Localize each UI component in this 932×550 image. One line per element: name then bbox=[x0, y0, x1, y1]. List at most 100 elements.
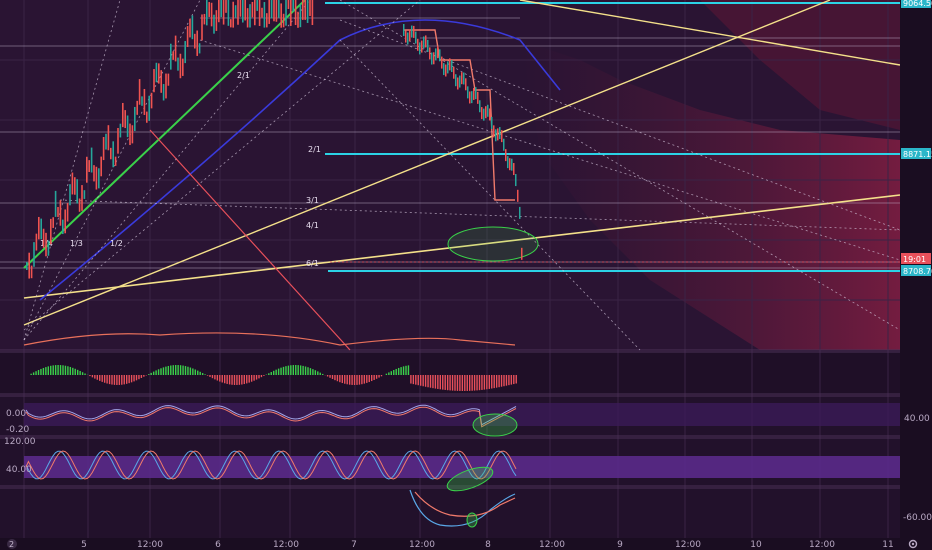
hist-bar-138 bbox=[366, 375, 368, 383]
candle-drop-36 bbox=[475, 87, 477, 100]
hist-bar-54 bbox=[160, 368, 162, 375]
time-tick-8: 9 bbox=[617, 540, 623, 550]
candle-left-41 bbox=[124, 110, 126, 129]
hist-bar-196 bbox=[508, 375, 510, 386]
hist-bar-66 bbox=[189, 367, 192, 375]
hist-bar-50 bbox=[150, 372, 152, 375]
hist-bar-187 bbox=[486, 375, 488, 390]
hist-bar-76 bbox=[214, 375, 216, 380]
hist-bar-71 bbox=[201, 373, 204, 375]
candle-left-119 bbox=[311, 0, 314, 26]
chart-stage[interactable]: 2/12/13/14/16/11/41/31/2 9064.508871.151… bbox=[0, 0, 932, 550]
hist-bar-107 bbox=[290, 365, 292, 375]
hist-bar-170 bbox=[444, 375, 446, 390]
candle-left-89 bbox=[239, 0, 242, 17]
candle-left-106 bbox=[280, 3, 282, 28]
candle-left-27 bbox=[90, 147, 93, 173]
candle-left-35 bbox=[110, 147, 112, 160]
candle-left-46 bbox=[136, 100, 138, 115]
candle-left-32 bbox=[102, 136, 105, 161]
candle-left-9 bbox=[47, 240, 50, 256]
hist-bar-99 bbox=[270, 372, 272, 375]
hist-bar-178 bbox=[464, 375, 466, 391]
hist-bar-118 bbox=[317, 371, 319, 375]
hist-bar-46 bbox=[140, 375, 143, 378]
candle-drop-58 bbox=[519, 206, 521, 219]
hist-bar-63 bbox=[182, 365, 184, 375]
hist-bar-134 bbox=[356, 375, 358, 385]
hist-bar-23 bbox=[84, 373, 86, 375]
candle-left-112 bbox=[294, 0, 297, 26]
hist-bar-197 bbox=[510, 375, 513, 385]
candle-left-77 bbox=[210, 2, 213, 27]
hist-bar-90 bbox=[248, 375, 250, 383]
hist-bar-191 bbox=[495, 375, 498, 388]
hist-bar-37 bbox=[118, 375, 121, 385]
hist-bar-11 bbox=[54, 365, 57, 375]
candle-left-5 bbox=[38, 216, 40, 240]
candle-drop-25 bbox=[453, 66, 455, 79]
price-label-3: 8708.70 bbox=[903, 267, 932, 276]
candle-drop-59 bbox=[521, 247, 523, 260]
hist-bar-53 bbox=[157, 369, 160, 375]
candle-left-63 bbox=[177, 57, 179, 71]
hist-bar-111 bbox=[299, 365, 302, 375]
hist-bar-168 bbox=[439, 375, 441, 390]
hist-bar-65 bbox=[187, 366, 189, 375]
hist-bar-27 bbox=[94, 375, 96, 379]
hist-bar-161 bbox=[422, 375, 424, 387]
hist-bar-36 bbox=[116, 375, 118, 385]
hist-bar-113 bbox=[304, 366, 307, 375]
hist-bar-70 bbox=[199, 371, 201, 375]
hist-bar-28 bbox=[96, 375, 98, 380]
candle-left-69 bbox=[191, 15, 194, 40]
hist-bar-29 bbox=[99, 375, 101, 381]
time-tick-0: 5 bbox=[81, 540, 87, 550]
candle-left-56 bbox=[160, 70, 162, 93]
hist-bar-109 bbox=[295, 365, 297, 375]
candle-left-44 bbox=[131, 125, 134, 144]
hist-bar-183 bbox=[476, 375, 478, 391]
hist-bar-116 bbox=[312, 369, 314, 375]
osc3-ellipse bbox=[466, 512, 478, 528]
candle-left-95 bbox=[254, 0, 256, 26]
trading-chart[interactable]: 2/12/13/14/16/11/41/31/2 9064.508871.151… bbox=[0, 0, 932, 550]
candle-drop-0 bbox=[403, 24, 405, 36]
candle-drop-51 bbox=[505, 149, 507, 162]
hist-bar-41 bbox=[128, 375, 130, 384]
time-tick-7: 12:00 bbox=[539, 540, 565, 550]
hist-bar-10 bbox=[52, 365, 54, 375]
hist-bar-179 bbox=[466, 375, 468, 391]
candle-drop-32 bbox=[467, 86, 469, 99]
candle-drop-2 bbox=[407, 32, 409, 45]
hist-bar-98 bbox=[268, 373, 270, 375]
hist-bar-4 bbox=[37, 370, 40, 375]
hist-bar-47 bbox=[143, 375, 145, 377]
hist-bar-147 bbox=[388, 372, 390, 375]
time-tick-3: 12:00 bbox=[273, 540, 299, 550]
candle-drop-40 bbox=[483, 108, 485, 121]
hist-bar-159 bbox=[417, 375, 419, 386]
hist-bar-112 bbox=[302, 365, 304, 375]
hist-bar-130 bbox=[346, 375, 348, 385]
candle-left-76 bbox=[208, 2, 210, 17]
hist-bar-95 bbox=[260, 375, 263, 378]
candle-left-80 bbox=[218, 0, 220, 23]
candle-left-72 bbox=[198, 43, 201, 54]
hist-bar-3 bbox=[35, 371, 37, 375]
hist-bar-156 bbox=[410, 375, 412, 384]
hist-bar-167 bbox=[437, 375, 439, 389]
candle-left-99 bbox=[263, 2, 266, 28]
hist-bar-77 bbox=[216, 375, 219, 381]
hist-bar-20 bbox=[77, 369, 79, 375]
candle-left-53 bbox=[153, 69, 155, 93]
hist-bar-190 bbox=[493, 375, 495, 389]
candle-left-4 bbox=[35, 233, 38, 251]
candle-left-47 bbox=[138, 79, 141, 105]
hist-bar-106 bbox=[287, 365, 290, 375]
hist-bar-185 bbox=[481, 375, 483, 390]
candle-left-58 bbox=[165, 73, 167, 99]
hist-bar-92 bbox=[253, 375, 255, 381]
candle-left-88 bbox=[237, 0, 239, 25]
candle-left-73 bbox=[201, 14, 203, 41]
